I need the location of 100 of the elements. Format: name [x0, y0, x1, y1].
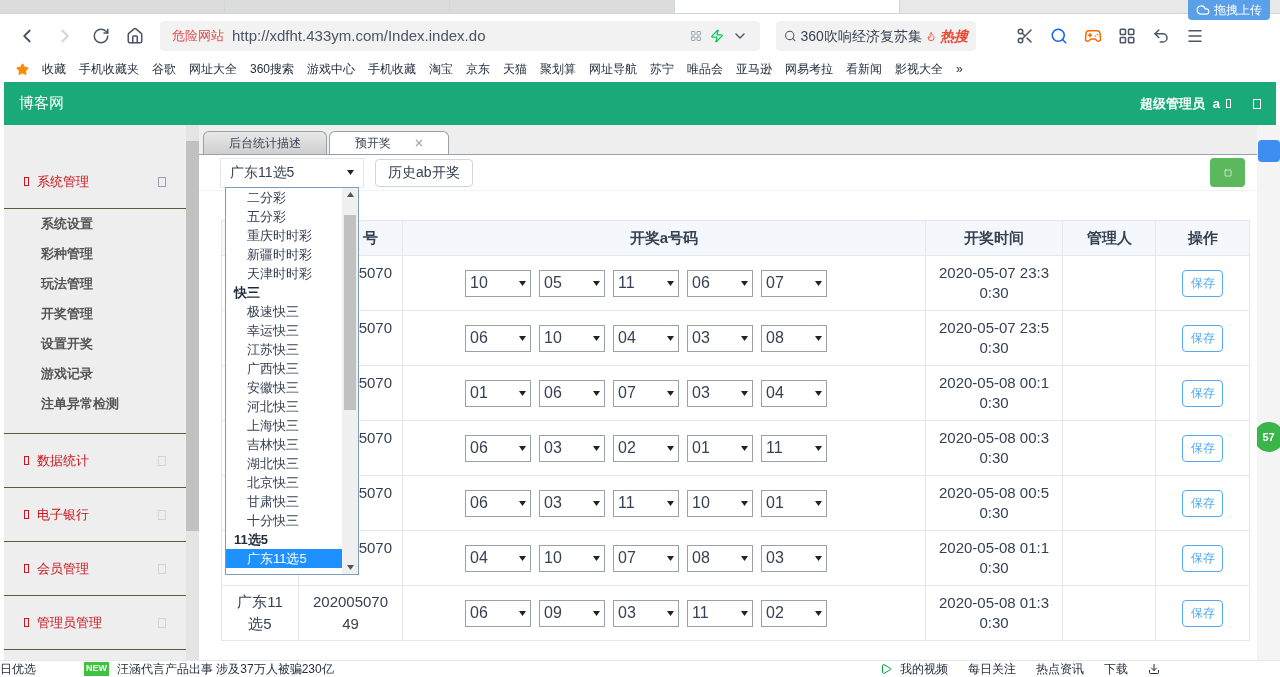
number-select[interactable]: 02: [761, 599, 827, 627]
number-select[interactable]: 08: [687, 544, 753, 572]
number-select[interactable]: 03: [761, 544, 827, 572]
menu-group[interactable]: 会员管理: [4, 542, 186, 595]
bookmark-link[interactable]: 手机收藏: [368, 60, 417, 78]
bookmark-link[interactable]: 收藏: [42, 60, 66, 78]
bookmark-link[interactable]: 360搜索: [250, 60, 295, 78]
menu-item[interactable]: 设置开奖: [4, 329, 186, 359]
s-logo-icon[interactable]: [1257, 140, 1280, 162]
number-select[interactable]: 07: [761, 269, 827, 297]
number-select[interactable]: 01: [761, 489, 827, 517]
menu-item[interactable]: 玩法管理: [4, 269, 186, 299]
menu-icon[interactable]: [1186, 27, 1204, 45]
bookmark-link[interactable]: 网易考拉: [785, 60, 834, 78]
number-select[interactable]: 11: [613, 269, 679, 297]
number-select[interactable]: 10: [465, 269, 531, 297]
close-icon[interactable]: [415, 139, 423, 147]
bookmark-link[interactable]: 影视大全: [895, 60, 944, 78]
bookmark-link[interactable]: 苏宁: [650, 60, 675, 78]
menu-item[interactable]: 彩种管理: [4, 239, 186, 269]
number-select[interactable]: 04: [761, 379, 827, 407]
number-select[interactable]: 03: [687, 324, 753, 352]
menu-item[interactable]: 注单异常检测: [4, 389, 186, 419]
bookmark-link[interactable]: 网址导航: [589, 60, 638, 78]
number-select[interactable]: 01: [687, 434, 753, 462]
bookmark-link[interactable]: 谷歌: [152, 60, 176, 78]
undo-icon[interactable]: [1152, 27, 1170, 45]
number-select[interactable]: 06: [465, 434, 531, 462]
history-button[interactable]: 历史ab开奖: [375, 158, 473, 187]
dropdown-arrow-icon: [519, 280, 526, 286]
menu-group[interactable]: 电子银行: [4, 488, 186, 541]
scrollbar[interactable]: [342, 188, 358, 574]
number-select[interactable]: 06: [687, 269, 753, 297]
number-select[interactable]: 07: [613, 544, 679, 572]
table-cell: 2020-05-08 01:30:30: [926, 586, 1063, 641]
number-select[interactable]: 06: [465, 324, 531, 352]
scissors-icon[interactable]: [1016, 27, 1034, 45]
bookmark-link[interactable]: 京东: [466, 60, 491, 78]
home-icon[interactable]: [126, 27, 144, 45]
scroll-down-icon[interactable]: [346, 565, 354, 570]
status-text[interactable]: 日优选: [0, 660, 36, 677]
number-select[interactable]: 04: [465, 544, 531, 572]
number-select[interactable]: 09: [539, 599, 605, 627]
menu-group[interactable]: 数据统计: [4, 434, 186, 487]
number-select[interactable]: 03: [613, 599, 679, 627]
news-link[interactable]: 汪涵代言产品出事 涉及37万人被骗230亿: [117, 660, 334, 677]
option-group-label: 快三: [232, 284, 261, 302]
status-link[interactable]: 我的视频: [900, 660, 948, 677]
status-link[interactable]: 热点资讯: [1036, 660, 1084, 677]
menu-group[interactable]: 管理员管理: [4, 596, 186, 649]
number-select[interactable]: 05: [539, 269, 605, 297]
number-select[interactable]: 03: [687, 379, 753, 407]
number-select[interactable]: 04: [613, 324, 679, 352]
search-field[interactable]: 360吹响经济复苏集 热搜: [776, 21, 976, 51]
dropdown-arrow-icon: [815, 335, 822, 341]
dropdown-arrow-icon: [667, 555, 674, 561]
number-select[interactable]: 03: [539, 434, 605, 462]
bookmark-link[interactable]: 网址大全: [189, 60, 237, 78]
lottery-select[interactable]: 广东11选5: [220, 157, 364, 188]
bookmark-link[interactable]: 游戏中心: [307, 60, 356, 78]
bookmark-link[interactable]: 天猫: [503, 60, 528, 78]
status-link[interactable]: 每日关注: [968, 660, 1016, 677]
scrollbar[interactable]: [186, 125, 199, 660]
number-select[interactable]: 10: [687, 489, 753, 517]
menu-item[interactable]: 系统设置: [4, 209, 186, 239]
number-select[interactable]: 11: [761, 434, 827, 462]
search-icon[interactable]: [1050, 27, 1068, 45]
number-select[interactable]: 02: [613, 434, 679, 462]
reload-icon[interactable]: [92, 27, 110, 45]
number-select[interactable]: 03: [539, 489, 605, 517]
number-select[interactable]: 08: [761, 324, 827, 352]
bookmark-link[interactable]: 看新闻: [846, 60, 883, 78]
number-select[interactable]: 01: [465, 379, 531, 407]
page-tab[interactable]: 预开奖: [329, 131, 449, 154]
number-select[interactable]: 06: [539, 379, 605, 407]
bookmark-link[interactable]: 聚划算: [540, 60, 577, 78]
bookmark-link[interactable]: 亚马逊: [736, 60, 773, 78]
dropdown-option[interactable]: 二分彩: [226, 188, 342, 207]
status-link[interactable]: 下载: [1104, 660, 1128, 677]
table-cell: 2020-05-08 01:10:30: [926, 531, 1063, 586]
number-select[interactable]: 07: [613, 379, 679, 407]
number-select[interactable]: 06: [465, 599, 531, 627]
gamepad-icon[interactable]: [1084, 27, 1102, 45]
number-select[interactable]: 06: [465, 489, 531, 517]
grid-icon[interactable]: [1118, 27, 1136, 45]
bookmark-link[interactable]: 手机收藏夹: [79, 60, 139, 78]
number-select[interactable]: 11: [687, 599, 753, 627]
menu-group[interactable]: 系统管理: [4, 155, 186, 208]
menu-item[interactable]: 游戏记录: [4, 359, 186, 389]
number-select[interactable]: 10: [539, 324, 605, 352]
scroll-up-icon[interactable]: [346, 192, 354, 197]
address-bar[interactable]: 危险网站 http://xdfht.433ym.com/Index.index.do: [160, 21, 760, 51]
page-tab[interactable]: 后台统计描述: [203, 131, 327, 154]
menu-item[interactable]: 开奖管理: [4, 299, 186, 329]
bookmark-link[interactable]: 淘宝: [429, 60, 454, 78]
number-select[interactable]: 11: [613, 489, 679, 517]
column-header: 开奖时间: [926, 221, 1063, 256]
more-bookmarks[interactable]: »: [956, 60, 963, 78]
number-select[interactable]: 10: [539, 544, 605, 572]
bookmark-link[interactable]: 唯品会: [687, 60, 724, 78]
